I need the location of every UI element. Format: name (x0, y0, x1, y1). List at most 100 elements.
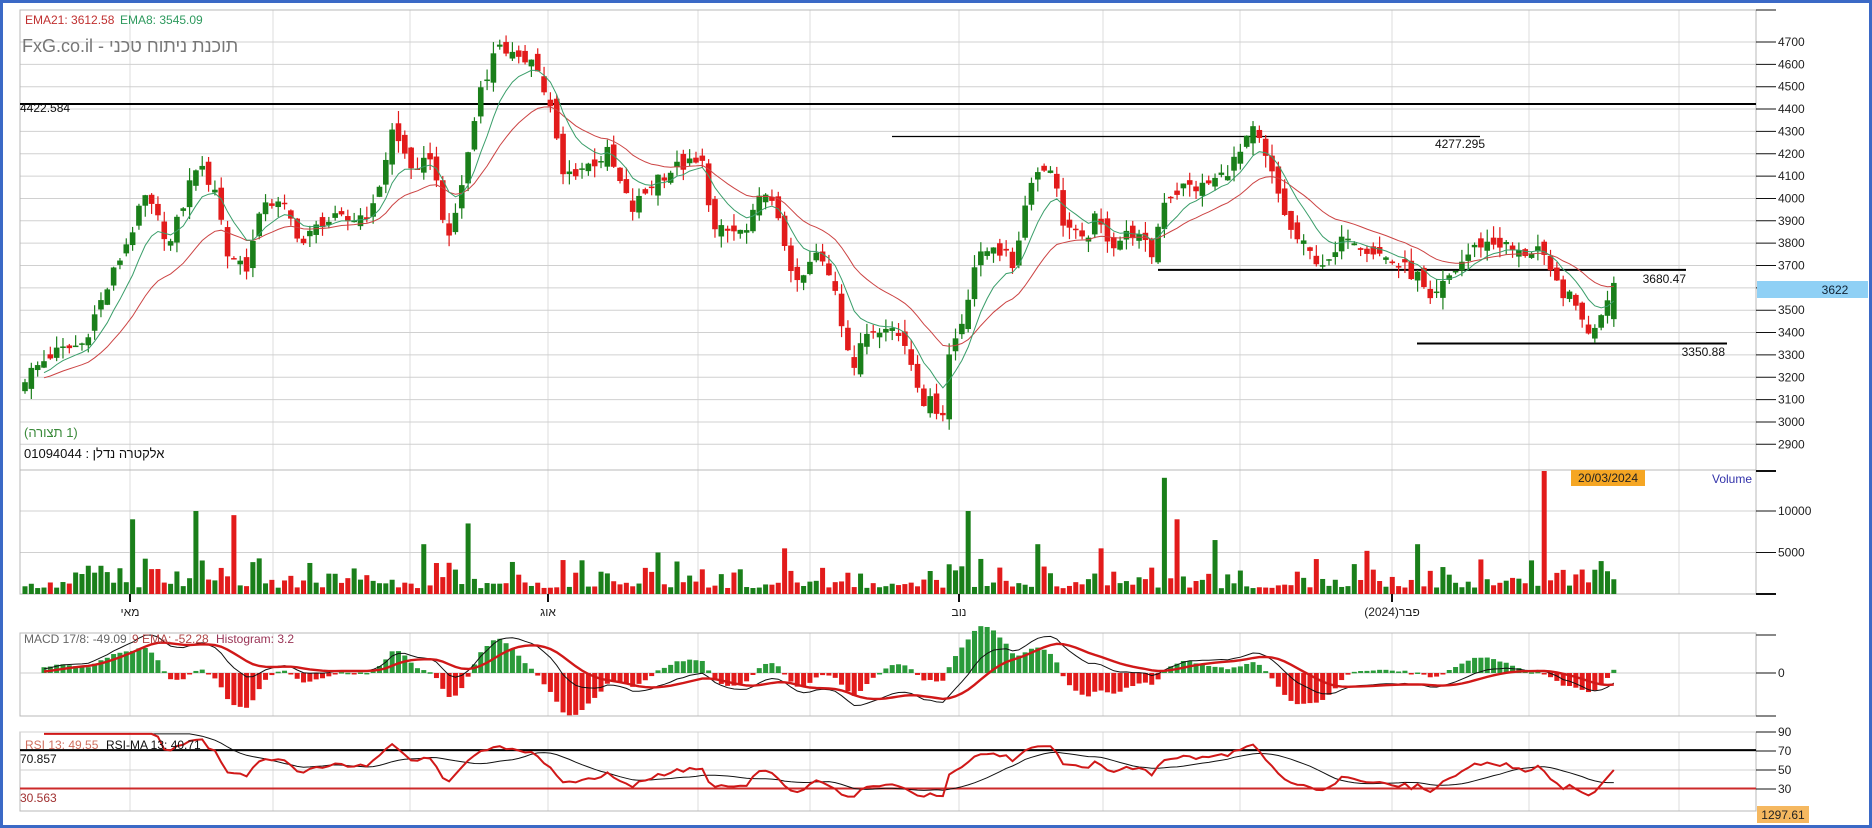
macd-histogram-bar (130, 650, 136, 673)
macd-histogram-bar (1389, 670, 1395, 673)
volume-bar (1440, 567, 1446, 594)
macd-histogram-bar (915, 673, 921, 675)
volume-bar (193, 511, 199, 594)
macd-histogram-bar (168, 673, 174, 680)
candle-body (1250, 126, 1256, 144)
volume-bar (35, 588, 41, 594)
macd-histogram-bar (1085, 673, 1091, 697)
macd-histogram-bar (832, 673, 838, 678)
candle-body (541, 76, 547, 93)
macd-histogram-bar (693, 660, 699, 673)
candle-body (155, 203, 161, 216)
macd-histogram-bar (1130, 673, 1136, 687)
volume-bar (712, 585, 718, 594)
macd-histogram-bar (1054, 662, 1060, 673)
volume-bar (130, 519, 136, 594)
candle-body (515, 50, 522, 57)
candle-body (338, 211, 345, 215)
candle-body (471, 121, 478, 150)
candle-body (281, 202, 288, 205)
panel-1 (19, 469, 1757, 595)
candle-body (1079, 230, 1085, 237)
volume-bar (908, 582, 914, 594)
macd-histogram-bar (788, 673, 794, 682)
volume-bar (1142, 579, 1148, 594)
candle-body (1598, 315, 1604, 328)
candle-body (1212, 177, 1218, 187)
volume-bar (92, 572, 98, 594)
volume-bar (1396, 586, 1402, 594)
macd-histogram-bar (351, 673, 357, 675)
volume-bar (896, 585, 902, 594)
volume-bar (1066, 585, 1072, 594)
macd-histogram-bar (421, 670, 427, 673)
volume-bar (497, 583, 503, 594)
volume-bar (604, 573, 610, 594)
volume-bar (1535, 585, 1541, 594)
volume-bar (66, 583, 72, 594)
macd-histogram-bar (1605, 673, 1610, 678)
macd-histogram-bar (1541, 673, 1547, 675)
volume-bar (282, 580, 288, 594)
volume-bar (598, 571, 604, 594)
volume-bar (832, 582, 838, 594)
macd-histogram-bar (414, 668, 420, 673)
volume-bar (1402, 587, 1408, 594)
volume-bar (1231, 583, 1237, 594)
volume-bar (940, 587, 946, 594)
macd-histogram-bar (218, 673, 224, 688)
candle-body (921, 388, 927, 407)
macd-histogram-bar (427, 672, 433, 674)
month-label: אוג (540, 605, 556, 619)
volume-bar (1035, 544, 1041, 594)
month-label: פבר(2024) (1364, 605, 1420, 619)
volume-bar (946, 564, 952, 594)
macd-histogram-bar (674, 661, 680, 673)
volume-bar (294, 587, 300, 594)
volume-bar (307, 562, 313, 594)
cursor-date-label: 20/03/2024 (1578, 471, 1638, 485)
price-tick-label: 4600 (1778, 57, 1805, 71)
horizontal-levels: 4422.584 4277.295 3680.47 3350.88 (20, 101, 1756, 359)
volume-bar (826, 587, 832, 594)
macd-histogram-bar (1453, 667, 1459, 673)
candle-body (997, 243, 1003, 256)
macd-histogram-bar (1275, 673, 1281, 687)
macd-histogram-bar (1491, 659, 1497, 673)
volume-bar (168, 583, 174, 594)
price-tick-label: 3000 (1778, 415, 1805, 429)
candle-body (1421, 267, 1427, 288)
volume-bar (737, 569, 743, 594)
price-tick-label: 3800 (1778, 236, 1805, 250)
candle-body (579, 168, 585, 170)
volume-bar (1389, 576, 1395, 594)
volume-bar (693, 581, 699, 594)
rsi-lower-label: 30.563 (20, 791, 57, 805)
volume-bar (889, 583, 895, 594)
candle-body (123, 244, 130, 254)
volume-bar (877, 587, 883, 594)
macd-histogram-bar (522, 663, 528, 673)
volume-bar (503, 583, 509, 594)
candle-body (528, 59, 535, 67)
candle-body (1566, 291, 1573, 299)
macd-histogram-bar (737, 673, 743, 684)
candle-body (205, 161, 212, 185)
candle-body (895, 333, 902, 336)
candle-body (98, 300, 104, 310)
macd-histogram-bar (465, 673, 471, 677)
volume-bar (1465, 581, 1471, 594)
stock-chart[interactable]: 4422.584 4277.295 3680.47 3350.88 2900 3000 3… (0, 0, 1872, 828)
volume-bar (756, 587, 762, 594)
price-tick-label: 2900 (1778, 437, 1805, 451)
macd-histogram-bar (345, 672, 351, 675)
macd-histogram-bar (193, 670, 199, 673)
candle-body (1452, 270, 1459, 273)
month-label: נוב (952, 605, 967, 619)
price-tick-label: 3300 (1778, 348, 1805, 362)
macd-histogram-bar (959, 647, 965, 673)
volume-bar (1592, 569, 1598, 594)
candle-body (47, 354, 54, 359)
macd-histogram-bar (1383, 669, 1389, 673)
macd-histogram-bar (332, 673, 338, 675)
